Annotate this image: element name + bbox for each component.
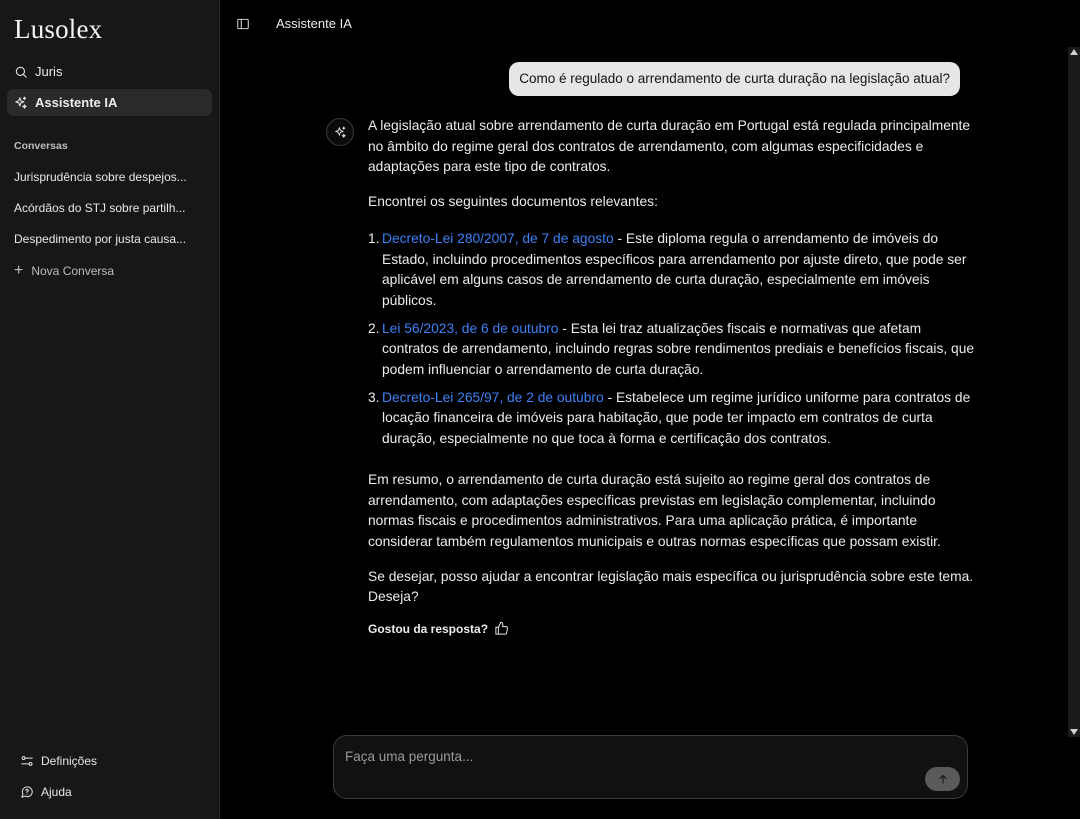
sidebar-item-label: Assistente IA [35,95,118,110]
assistant-offer: Se desejar, posso ajudar a encontrar leg… [368,568,974,605]
thumbs-up-button[interactable] [494,621,510,637]
message-input[interactable] [345,746,905,766]
user-message-row: Como é regulado o arrendamento de curta … [220,47,1080,96]
new-conversation-label: Nova Conversa [31,263,115,278]
list-number: 1. [368,230,380,246]
list-number: 3. [368,389,380,405]
document-link[interactable]: Decreto-Lei 280/2007, de 7 de agosto [382,231,614,246]
new-conversation-button[interactable]: + Nova Conversa [0,255,219,286]
scroll-up-arrow[interactable] [1070,49,1078,55]
assistant-intro: A legislação atual sobre arrendamento de… [368,118,971,175]
main-panel: Assistente IA Como é regulado o arrendam… [220,0,1080,819]
thumbs-up-icon [495,622,508,636]
sparkle-icon [14,96,28,110]
help-link[interactable]: Ajuda [0,776,219,807]
list-item: 1. Decreto-Lei 280/2007, de 7 de agosto … [368,229,980,312]
assistant-avatar [326,118,354,146]
settings-link[interactable]: Definições [0,745,219,776]
feedback-row: Gostou da resposta? [368,619,980,640]
help-label: Ajuda [41,784,72,799]
conversation-item[interactable]: Despedimento por justa causa... [0,224,219,255]
documents-list: 1. Decreto-Lei 280/2007, de 7 de agosto … [368,229,980,450]
plus-icon: + [14,261,24,279]
sidebar-toggle-icon [237,18,249,29]
help-icon [21,785,33,798]
feedback-label: Gostou da resposta? [368,622,489,637]
send-button[interactable] [925,767,960,791]
sparkle-icon [334,126,346,138]
conversations-heading: Conversas [14,140,68,152]
document-link[interactable]: Lei 56/2023, de 6 de outubro [382,321,558,336]
sidebar-toggle-button[interactable] [236,15,254,33]
assistant-summary: Em resumo, o arrendamento de curta duraç… [368,471,941,549]
sidebar-item-label: Juris [35,64,63,79]
settings-label: Definições [41,753,98,768]
composer [333,735,968,799]
sidebar-item-juris[interactable]: Juris [7,58,212,85]
page-title: Assistente IA [276,16,352,31]
sidebar: Lusolex Juris Assistente IA Conversas Ju… [0,0,220,819]
assistant-message: A legislação atual sobre arrendamento de… [220,96,980,640]
conversation-item[interactable]: Jurisprudência sobre despejos... [0,162,219,193]
assistant-message-body: A legislação atual sobre arrendamento de… [368,116,980,640]
app-window: Lusolex Juris Assistente IA Conversas Ju… [0,0,1080,819]
list-item: 2. Lei 56/2023, de 6 de outubro - Esta l… [368,319,980,381]
topbar: Assistente IA [220,0,1080,47]
settings-icon [21,755,33,766]
sidebar-footer: Definições Ajuda [0,745,219,807]
conversation-item[interactable]: Acórdãos do STJ sobre partilh... [0,193,219,224]
chat-scroll-area[interactable]: Como é regulado o arrendamento de curta … [220,47,1080,737]
user-message: Como é regulado o arrendamento de curta … [509,62,960,96]
assistant-found-text: Encontrei os seguintes documentos releva… [368,194,658,210]
list-item: 3. Decreto-Lei 265/97, de 2 de outubro -… [368,388,980,450]
arrow-up-icon [939,775,946,784]
scrollbar[interactable] [1068,47,1080,737]
document-link[interactable]: Decreto-Lei 265/97, de 2 de outubro [382,390,604,405]
list-number: 2. [368,320,380,336]
sidebar-item-assistente-ia[interactable]: Assistente IA [7,89,212,116]
scroll-down-arrow[interactable] [1070,729,1078,735]
search-icon [14,65,28,79]
brand-logo: Lusolex [14,14,103,44]
